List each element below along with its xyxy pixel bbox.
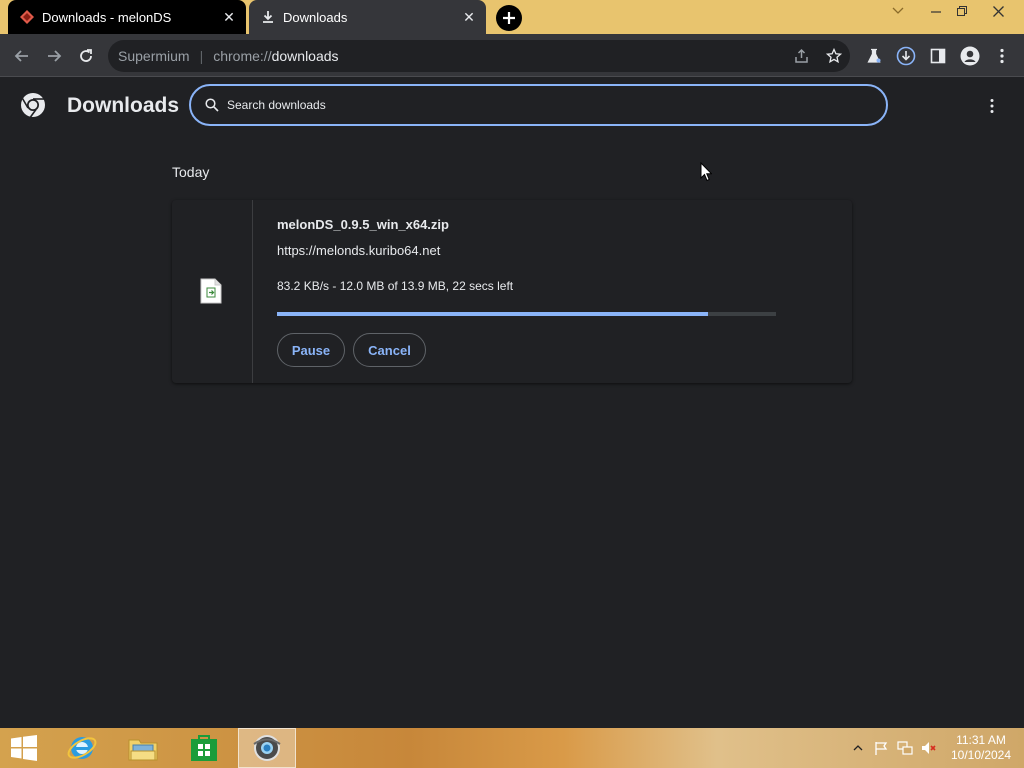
search-box[interactable] <box>189 84 888 126</box>
arrow-left-icon <box>14 50 28 62</box>
progress-bar <box>277 312 776 316</box>
tab-strip: Downloads - melonDS ✕ Downloads ✕ <box>0 0 1024 34</box>
store-icon <box>191 735 217 761</box>
url-host: downloads <box>271 48 339 64</box>
clock-date: 10/10/2024 <box>950 748 1012 762</box>
star-icon <box>826 48 842 64</box>
close-window-button[interactable] <box>982 0 1014 22</box>
store-taskbar-button[interactable] <box>180 728 228 768</box>
close-icon[interactable]: ✕ <box>220 8 238 26</box>
download-progress-icon <box>896 46 916 66</box>
search-input[interactable] <box>227 98 827 112</box>
browser-menu-button[interactable] <box>988 42 1016 70</box>
bookmark-button[interactable] <box>820 42 848 70</box>
date-heading: Today <box>172 164 210 180</box>
tab-title: Downloads <box>283 9 348 25</box>
side-panel-icon <box>930 48 946 64</box>
avatar-icon <box>960 46 980 66</box>
download-status: 83.2 KB/s - 12.0 MB of 13.9 MB, 22 secs … <box>277 279 514 293</box>
chevron-down-icon <box>892 7 904 14</box>
progress-fill <box>277 312 708 316</box>
restore-icon <box>957 6 967 16</box>
downloads-button[interactable] <box>892 42 920 70</box>
speaker-muted-icon <box>922 742 936 754</box>
melonds-icon <box>20 10 34 24</box>
taskbar-clock[interactable]: 11:31 AM 10/10/2024 <box>950 733 1012 763</box>
source-url-link[interactable]: https://melonds.kuribo64.net <box>277 243 440 258</box>
close-icon <box>992 5 1004 17</box>
file-icon-column <box>172 200 253 383</box>
show-hidden-icons-button[interactable] <box>850 740 866 756</box>
file-explorer-icon <box>128 739 158 761</box>
mouse-cursor-icon <box>700 162 712 182</box>
chrome-logo-icon <box>21 93 45 118</box>
tab-title: Downloads - melonDS <box>42 9 172 25</box>
reload-button[interactable] <box>72 42 100 70</box>
downloads-header: Downloads <box>0 78 1024 134</box>
address-bar[interactable]: Supermium | chrome://downloads <box>108 40 850 72</box>
clock-time: 11:31 AM <box>956 733 1006 747</box>
network-icon <box>897 741 913 755</box>
share-icon <box>795 48 808 63</box>
file-name-link[interactable]: melonDS_0.9.5_win_x64.zip <box>277 217 449 232</box>
action-center-button[interactable] <box>873 740 889 756</box>
flask-icon <box>867 48 881 63</box>
pause-button[interactable]: Pause <box>277 333 345 367</box>
plus-icon <box>503 12 515 24</box>
volume-button[interactable] <box>921 740 937 756</box>
search-icon <box>205 98 219 112</box>
download-item: melonDS_0.9.5_win_x64.zip https://melond… <box>172 200 852 383</box>
labs-button[interactable] <box>860 42 888 70</box>
profile-button[interactable] <box>956 42 984 70</box>
minimize-icon <box>931 11 941 13</box>
site-chip[interactable]: Supermium <box>118 48 190 64</box>
browser-toolbar: Supermium | chrome://downloads <box>0 34 1024 77</box>
internet-explorer-taskbar-button[interactable] <box>58 728 106 768</box>
download-icon <box>263 11 273 23</box>
url-scheme: chrome:// <box>213 48 272 64</box>
file-icon[interactable] <box>200 278 222 304</box>
kebab-menu-icon <box>990 99 994 113</box>
tab-downloads-melonds[interactable]: Downloads - melonDS ✕ <box>8 0 246 34</box>
page-title: Downloads <box>67 94 180 117</box>
kebab-menu-icon <box>1000 48 1004 64</box>
arrow-right-icon <box>48 50 62 62</box>
supermium-icon <box>253 735 281 761</box>
new-tab-button[interactable] <box>496 5 522 31</box>
side-panel-button[interactable] <box>924 42 952 70</box>
internet-explorer-icon <box>67 737 97 759</box>
taskbar: 11:31 AM 10/10/2024 <box>0 728 1024 768</box>
supermium-taskbar-button[interactable] <box>238 728 296 768</box>
start-button[interactable] <box>0 728 48 768</box>
network-button[interactable] <box>897 740 913 756</box>
flag-icon <box>875 742 888 755</box>
reload-icon <box>80 49 92 62</box>
cancel-button[interactable]: Cancel <box>353 333 426 367</box>
page-menu-button[interactable] <box>980 94 1004 118</box>
windows-logo-icon <box>11 735 37 761</box>
tab-search-button[interactable] <box>882 0 914 22</box>
omnibox-separator: | <box>199 48 204 64</box>
back-button[interactable] <box>8 42 36 70</box>
tab-downloads[interactable]: Downloads ✕ <box>249 0 486 34</box>
share-button[interactable] <box>788 42 816 70</box>
restore-button[interactable] <box>946 0 978 22</box>
file-explorer-taskbar-button[interactable] <box>119 728 167 768</box>
close-icon[interactable]: ✕ <box>460 8 478 26</box>
forward-button[interactable] <box>40 42 68 70</box>
chevron-up-icon <box>853 745 863 751</box>
